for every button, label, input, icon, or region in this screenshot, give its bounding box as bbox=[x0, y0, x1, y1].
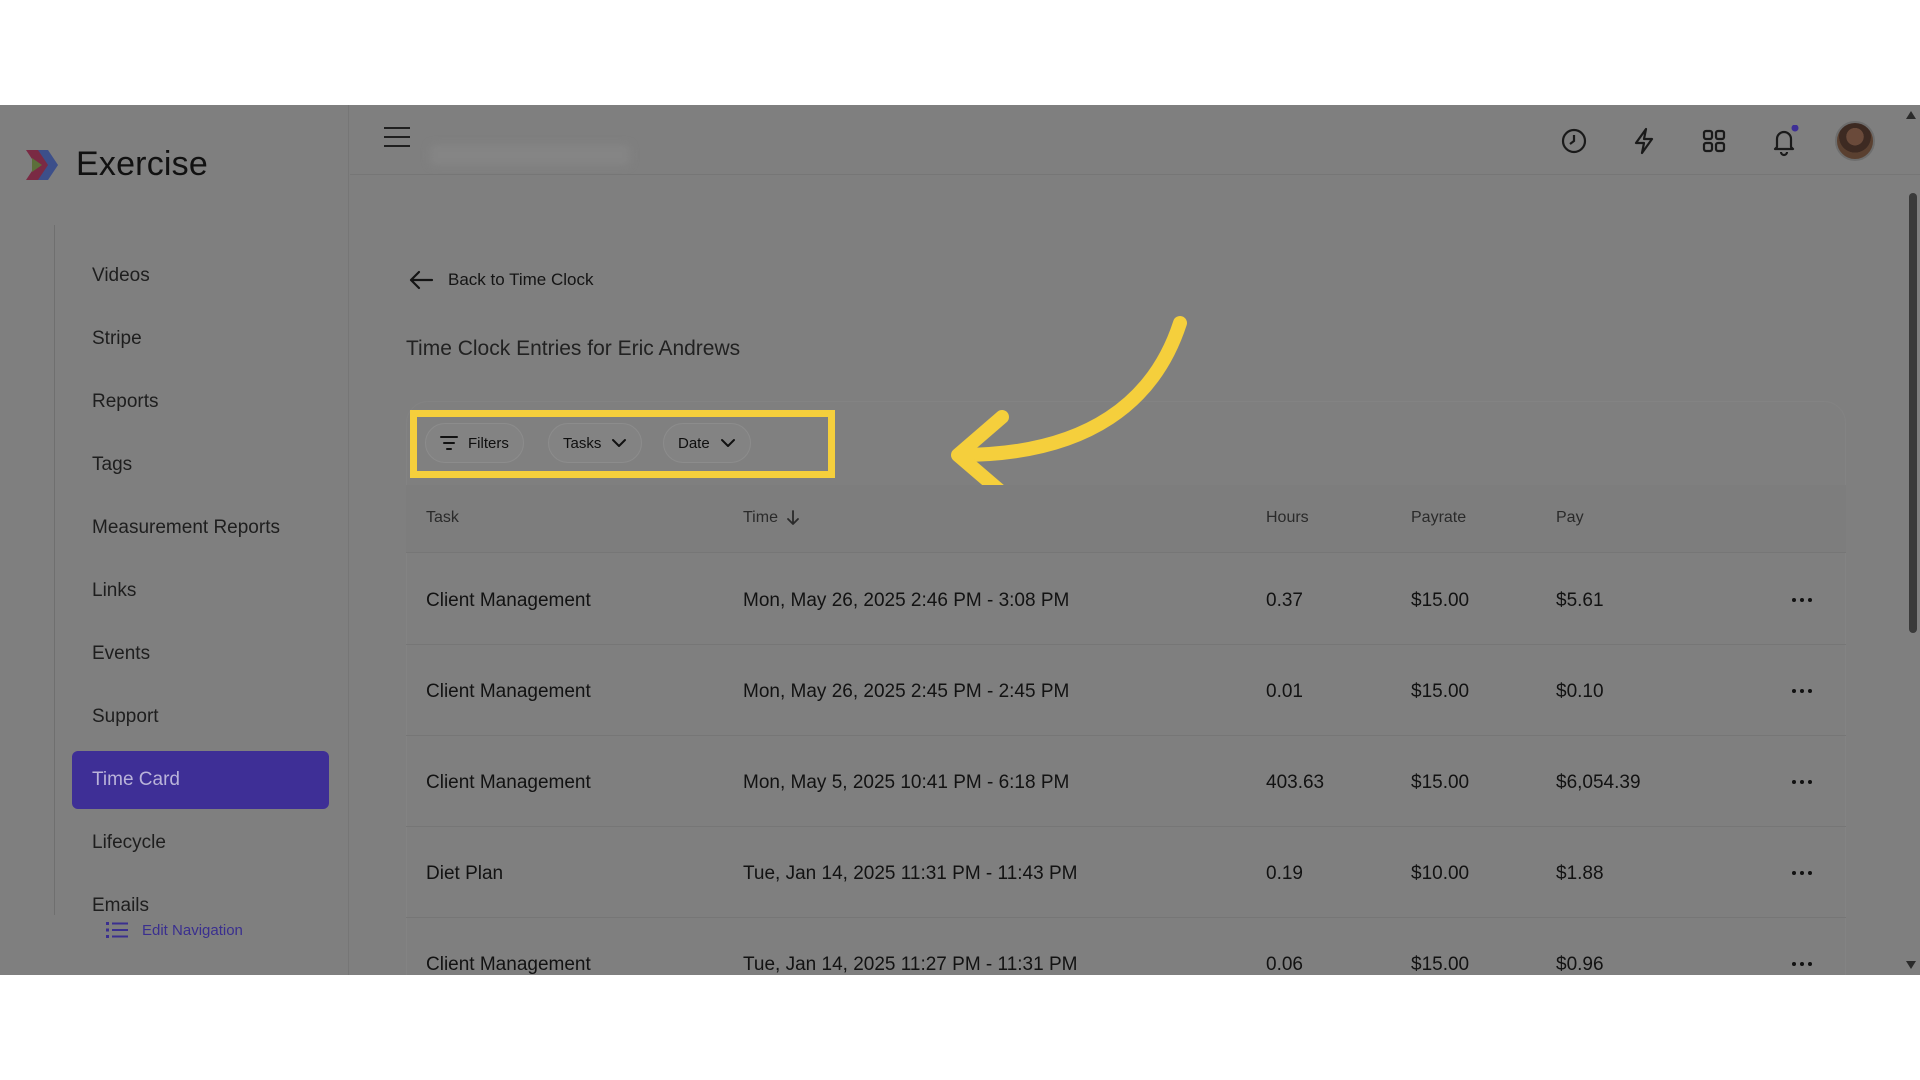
nav-rail bbox=[54, 225, 55, 915]
cell-time: Mon, May 26, 2025 2:46 PM - 3:08 PM bbox=[743, 590, 1070, 611]
page-title: Time Clock Entries for Eric Andrews bbox=[406, 337, 741, 360]
sidebar-item-stripe[interactable]: Stripe bbox=[72, 310, 329, 368]
date-label: Date bbox=[678, 434, 710, 452]
filter-icon bbox=[440, 436, 458, 450]
column-header-time[interactable]: Time bbox=[743, 509, 800, 527]
filters-label: Filters bbox=[468, 434, 509, 452]
bell-icon[interactable] bbox=[1768, 125, 1800, 157]
sidebar-item-events[interactable]: Events bbox=[72, 625, 329, 683]
menu-icon[interactable] bbox=[384, 127, 410, 151]
cell-time: Tue, Jan 14, 2025 11:31 PM - 11:43 PM bbox=[743, 863, 1078, 884]
more-options-icon[interactable] bbox=[1792, 962, 1812, 966]
sidebar-item-links[interactable]: Links bbox=[72, 562, 329, 620]
column-header-task[interactable]: Task bbox=[426, 509, 459, 527]
more-options-icon[interactable] bbox=[1792, 871, 1812, 875]
cell-time: Mon, May 26, 2025 2:45 PM - 2:45 PM bbox=[743, 681, 1070, 702]
sidebar-item-measurement-reports[interactable]: Measurement Reports bbox=[72, 499, 329, 557]
scroll-up-arrow-icon[interactable] bbox=[1906, 111, 1916, 119]
sidebar-item-lifecycle[interactable]: Lifecycle bbox=[72, 814, 329, 872]
cell-task: Client Management bbox=[426, 590, 591, 611]
cell-task: Client Management bbox=[426, 681, 591, 702]
cell-payrate: $15.00 bbox=[1411, 772, 1470, 793]
cell-payrate: $15.00 bbox=[1411, 590, 1470, 611]
column-header-hours[interactable]: Hours bbox=[1266, 509, 1309, 527]
cell-pay: $0.10 bbox=[1556, 681, 1604, 702]
app-name: Exercise bbox=[76, 145, 208, 183]
cell-pay: $0.96 bbox=[1556, 954, 1604, 975]
cell-task: Diet Plan bbox=[426, 863, 504, 884]
tasks-label: Tasks bbox=[563, 434, 602, 452]
cell-task: Client Management bbox=[426, 954, 591, 975]
blurred-header-title bbox=[430, 145, 630, 165]
column-header-pay[interactable]: Pay bbox=[1556, 509, 1584, 527]
table-row[interactable]: Diet Plan Tue, Jan 14, 2025 11:31 PM - 1… bbox=[406, 827, 1846, 918]
filters-button[interactable]: Filters bbox=[425, 423, 524, 463]
more-options-icon[interactable] bbox=[1792, 598, 1812, 602]
list-icon bbox=[106, 922, 128, 938]
back-to-time-clock-link[interactable]: Back to Time Clock bbox=[408, 270, 594, 290]
scroll-thumb[interactable] bbox=[1909, 193, 1917, 633]
cell-task: Client Management bbox=[426, 772, 591, 793]
scrollbar[interactable] bbox=[1906, 105, 1920, 975]
table-row[interactable]: Client Management Mon, May 26, 2025 2:45… bbox=[406, 645, 1846, 736]
sidebar-item-time-card[interactable]: Time Card bbox=[72, 751, 329, 809]
clock-icon[interactable] bbox=[1558, 125, 1590, 157]
sidebar-item-tags[interactable]: Tags bbox=[72, 436, 329, 494]
cell-pay: $1.88 bbox=[1556, 863, 1604, 884]
back-label: Back to Time Clock bbox=[448, 270, 594, 289]
column-header-payrate[interactable]: Payrate bbox=[1411, 509, 1466, 527]
app-logo[interactable]: Exercise bbox=[24, 145, 208, 184]
sidebar: Exercise Videos Stripe Reports Tags Meas… bbox=[0, 105, 349, 975]
cell-pay: $5.61 bbox=[1556, 590, 1604, 611]
edit-navigation-button[interactable]: Edit Navigation bbox=[106, 921, 243, 939]
cell-time: Tue, Jan 14, 2025 11:27 PM - 11:31 PM bbox=[743, 954, 1078, 975]
table-header: Task Time Hours Payrate Pay bbox=[406, 485, 1846, 553]
cell-hours: 0.01 bbox=[1266, 681, 1303, 702]
chevron-down-icon bbox=[612, 439, 627, 447]
app-screen: Exercise Videos Stripe Reports Tags Meas… bbox=[0, 105, 1920, 975]
annotation-arrow-icon bbox=[951, 316, 1187, 498]
cell-payrate: $15.00 bbox=[1411, 954, 1470, 975]
cell-time: Mon, May 5, 2025 10:41 PM - 6:18 PM bbox=[743, 772, 1070, 793]
more-options-icon[interactable] bbox=[1792, 780, 1812, 784]
cell-hours: 0.19 bbox=[1266, 863, 1303, 884]
top-header bbox=[350, 105, 1920, 175]
bolt-icon[interactable] bbox=[1628, 125, 1660, 157]
user-avatar[interactable] bbox=[1835, 121, 1875, 161]
sidebar-item-support[interactable]: Support bbox=[72, 688, 329, 746]
table-row[interactable]: Client Management Mon, May 5, 2025 10:41… bbox=[406, 736, 1846, 827]
table-row[interactable]: Client Management Tue, Jan 14, 2025 11:2… bbox=[406, 918, 1846, 975]
more-options-icon[interactable] bbox=[1792, 689, 1812, 693]
arrow-down-icon bbox=[787, 510, 799, 525]
cell-hours: 403.63 bbox=[1266, 772, 1325, 793]
sidebar-item-reports[interactable]: Reports bbox=[72, 373, 329, 431]
cell-payrate: $15.00 bbox=[1411, 681, 1470, 702]
cell-hours: 0.06 bbox=[1266, 954, 1303, 975]
exercise-logo-icon bbox=[26, 149, 58, 180]
table-row[interactable]: Client Management Mon, May 26, 2025 2:46… bbox=[406, 554, 1846, 645]
cell-payrate: $10.00 bbox=[1411, 863, 1470, 884]
date-dropdown[interactable]: Date bbox=[663, 423, 751, 463]
sidebar-nav: Videos Stripe Reports Tags Measurement R… bbox=[72, 247, 329, 940]
cell-hours: 0.37 bbox=[1266, 590, 1303, 611]
tasks-dropdown[interactable]: Tasks bbox=[548, 423, 643, 463]
chevron-down-icon bbox=[720, 439, 735, 447]
cell-pay: $6,054.39 bbox=[1556, 772, 1641, 793]
scroll-down-arrow-icon[interactable] bbox=[1906, 961, 1916, 969]
apps-grid-icon[interactable] bbox=[1698, 125, 1730, 157]
sidebar-item-videos[interactable]: Videos bbox=[72, 247, 329, 305]
arrow-left-icon bbox=[409, 270, 434, 290]
edit-navigation-label: Edit Navigation bbox=[142, 921, 243, 939]
